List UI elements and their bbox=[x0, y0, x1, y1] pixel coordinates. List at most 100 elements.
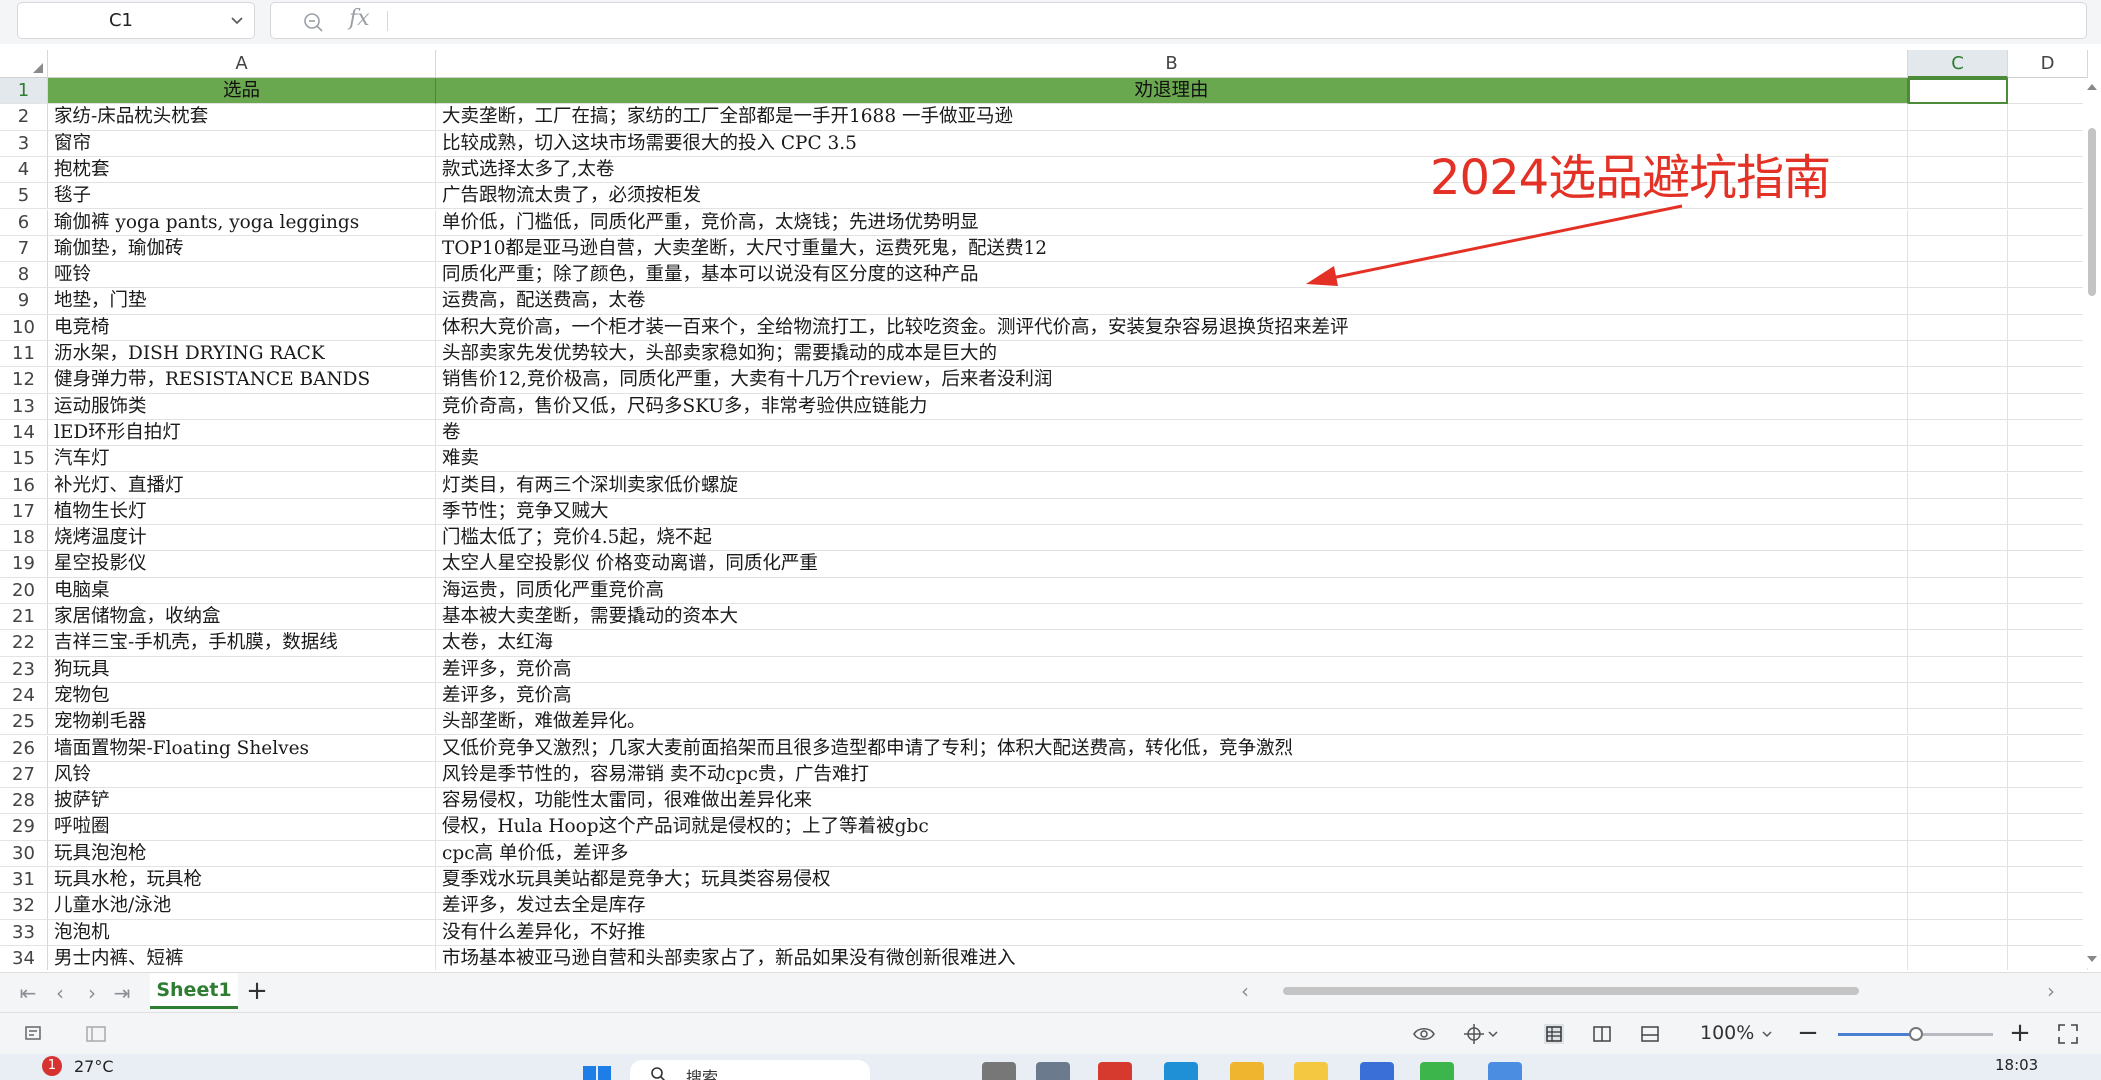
cell[interactable] bbox=[2008, 814, 2088, 841]
column-header-c[interactable]: C bbox=[1908, 50, 2008, 78]
zoom-out-button[interactable]: − bbox=[1796, 1020, 1820, 1046]
cell-product[interactable]: 健身弹力带，RESISTANCE BANDS bbox=[48, 367, 436, 394]
taskbar-app-icon[interactable] bbox=[982, 1062, 1016, 1080]
edge-browser-icon[interactable] bbox=[1164, 1062, 1198, 1080]
cell-product[interactable]: 风铃 bbox=[48, 761, 436, 789]
cell-product[interactable]: 补光灯、直播灯 bbox=[48, 472, 436, 499]
cell-reason[interactable]: 难卖 bbox=[436, 446, 1908, 473]
cell-product[interactable]: 抱枕套 bbox=[48, 156, 436, 184]
cell-product[interactable]: 狗玩具 bbox=[48, 656, 436, 683]
row-header[interactable]: 27 bbox=[0, 761, 48, 789]
cell[interactable] bbox=[1908, 393, 2008, 420]
cell[interactable] bbox=[1908, 288, 2008, 315]
zoom-slider[interactable] bbox=[1838, 1027, 1993, 1041]
cell[interactable] bbox=[2008, 604, 2088, 631]
wechat-icon[interactable] bbox=[1420, 1062, 1454, 1080]
cell[interactable] bbox=[2008, 209, 2088, 236]
cell-reason[interactable]: 灯类目，有两三个深圳卖家低价螺旋 bbox=[436, 472, 1908, 499]
cell-product[interactable]: 窗帘 bbox=[48, 130, 436, 157]
cell[interactable] bbox=[2008, 525, 2088, 552]
page-layout-icon[interactable] bbox=[1590, 1022, 1614, 1046]
row-header[interactable]: 16 bbox=[0, 472, 48, 499]
cell-product[interactable]: 儿童水池/泳池 bbox=[48, 893, 436, 920]
add-sheet-button[interactable]: + bbox=[244, 978, 270, 1005]
cell[interactable] bbox=[2008, 682, 2088, 710]
eye-icon[interactable] bbox=[1412, 1022, 1436, 1046]
cell-product[interactable]: 瑜伽垫，瑜伽砖 bbox=[48, 235, 436, 263]
cell-reason[interactable]: 太空人星空投影仪 价格变动离谱，同质化严重 bbox=[436, 551, 1908, 578]
cell-reason[interactable]: 夏季戏水玩具美站都是竞争大；玩具类容易侵权 bbox=[436, 867, 1908, 894]
cell-product[interactable]: 植物生长灯 bbox=[48, 498, 436, 526]
cell[interactable] bbox=[2008, 551, 2088, 578]
cell-reason[interactable]: 差评多，竞价高 bbox=[436, 656, 1908, 683]
wps-office-icon[interactable] bbox=[1098, 1062, 1132, 1080]
formula-input-area[interactable]: fx bbox=[270, 2, 2087, 39]
row-header[interactable]: 7 bbox=[0, 235, 48, 263]
row-header[interactable]: 18 bbox=[0, 525, 48, 552]
next-sheet-icon[interactable]: › bbox=[82, 983, 102, 1003]
cell[interactable] bbox=[1908, 341, 2008, 368]
cell-product[interactable]: 毯子 bbox=[48, 183, 436, 210]
zoom-level[interactable]: 100% bbox=[1700, 1021, 1754, 1045]
calculator-icon[interactable] bbox=[1036, 1062, 1070, 1080]
cell-product[interactable]: 披萨铲 bbox=[48, 788, 436, 815]
cell[interactable] bbox=[1908, 682, 2008, 710]
prev-sheet-icon[interactable]: ‹ bbox=[50, 983, 70, 1003]
cell[interactable] bbox=[1908, 446, 2008, 473]
cell[interactable] bbox=[2008, 840, 2088, 867]
cell-product[interactable]: 宠物包 bbox=[48, 682, 436, 710]
cell[interactable] bbox=[1908, 709, 2008, 736]
cell[interactable] bbox=[1908, 262, 2008, 289]
cell-product[interactable]: 玩具水枪，玩具枪 bbox=[48, 867, 436, 894]
first-sheet-icon[interactable]: ⇤ bbox=[18, 983, 38, 1003]
cell-product[interactable]: 沥水架，DISH DRYING RACK bbox=[48, 341, 436, 368]
cell[interactable] bbox=[2008, 393, 2088, 420]
cell-product[interactable]: 泡泡机 bbox=[48, 919, 436, 946]
row-header[interactable]: 24 bbox=[0, 682, 48, 710]
cell-product[interactable]: 吉祥三宝-手机壳，手机膜，数据线 bbox=[48, 630, 436, 657]
cell[interactable] bbox=[1908, 656, 2008, 683]
cell[interactable] bbox=[1908, 235, 2008, 263]
chevron-down-icon[interactable] bbox=[1486, 1022, 1500, 1046]
cell[interactable] bbox=[1908, 814, 2008, 841]
row-header[interactable]: 34 bbox=[0, 945, 48, 970]
cell-reason[interactable]: 卷 bbox=[436, 419, 1908, 447]
cell[interactable] bbox=[2008, 788, 2088, 815]
chevron-down-icon[interactable] bbox=[1760, 1022, 1774, 1046]
cell-reason[interactable]: 太卷，太红海 bbox=[436, 630, 1908, 657]
cell-product[interactable]: 宠物剃毛器 bbox=[48, 709, 436, 736]
cell-reason[interactable]: 容易侵权，功能性太雷同，很难做出差异化来 bbox=[436, 788, 1908, 815]
cell[interactable] bbox=[1908, 314, 2008, 341]
cell[interactable] bbox=[2008, 446, 2088, 473]
cell[interactable] bbox=[2008, 945, 2088, 970]
cell[interactable] bbox=[2008, 367, 2088, 394]
cell-reason[interactable]: 海运贵，同质化严重竞价高 bbox=[436, 577, 1908, 604]
column-header-d[interactable]: D bbox=[2008, 50, 2088, 78]
name-box[interactable]: C1 bbox=[17, 2, 255, 39]
row-header[interactable]: 15 bbox=[0, 446, 48, 473]
tab-sheet1[interactable]: Sheet1 bbox=[150, 973, 238, 1009]
cell-product[interactable]: 家纺-床品枕头枕套 bbox=[48, 104, 436, 131]
cell-product[interactable]: 家居储物盒，收纳盒 bbox=[48, 604, 436, 631]
cell-reason[interactable]: 门槛太低了；竞价4.5起，烧不起 bbox=[436, 525, 1908, 552]
cell[interactable] bbox=[1908, 788, 2008, 815]
folder-icon[interactable] bbox=[1294, 1062, 1328, 1080]
cell-product[interactable]: 地垫，门垫 bbox=[48, 288, 436, 315]
row-header[interactable]: 23 bbox=[0, 656, 48, 683]
vertical-scroll-thumb[interactable] bbox=[2088, 128, 2096, 296]
cell[interactable] bbox=[2008, 288, 2088, 315]
app-icon[interactable] bbox=[1360, 1062, 1394, 1080]
row-header[interactable]: 14 bbox=[0, 419, 48, 447]
column-header-a[interactable]: A bbox=[48, 50, 436, 78]
scroll-down-icon[interactable] bbox=[2087, 956, 2097, 962]
vertical-scrollbar[interactable] bbox=[2083, 78, 2101, 968]
zoom-in-button[interactable]: + bbox=[2008, 1020, 2032, 1046]
cell[interactable] bbox=[1908, 735, 2008, 762]
normal-view-icon[interactable] bbox=[1542, 1022, 1566, 1046]
row-header[interactable]: 31 bbox=[0, 867, 48, 894]
cell[interactable] bbox=[2008, 656, 2088, 683]
cell-reason[interactable]: 体积大竞价高，一个柜才装一百来个，全给物流打工，比较吃资金。测评代价高，安装复杂… bbox=[436, 314, 1908, 341]
cell-product[interactable]: 瑜伽裤 yoga pants, yoga leggings bbox=[48, 209, 436, 236]
cell-product[interactable]: 玩具泡泡枪 bbox=[48, 840, 436, 867]
scroll-up-icon[interactable] bbox=[2087, 84, 2097, 90]
